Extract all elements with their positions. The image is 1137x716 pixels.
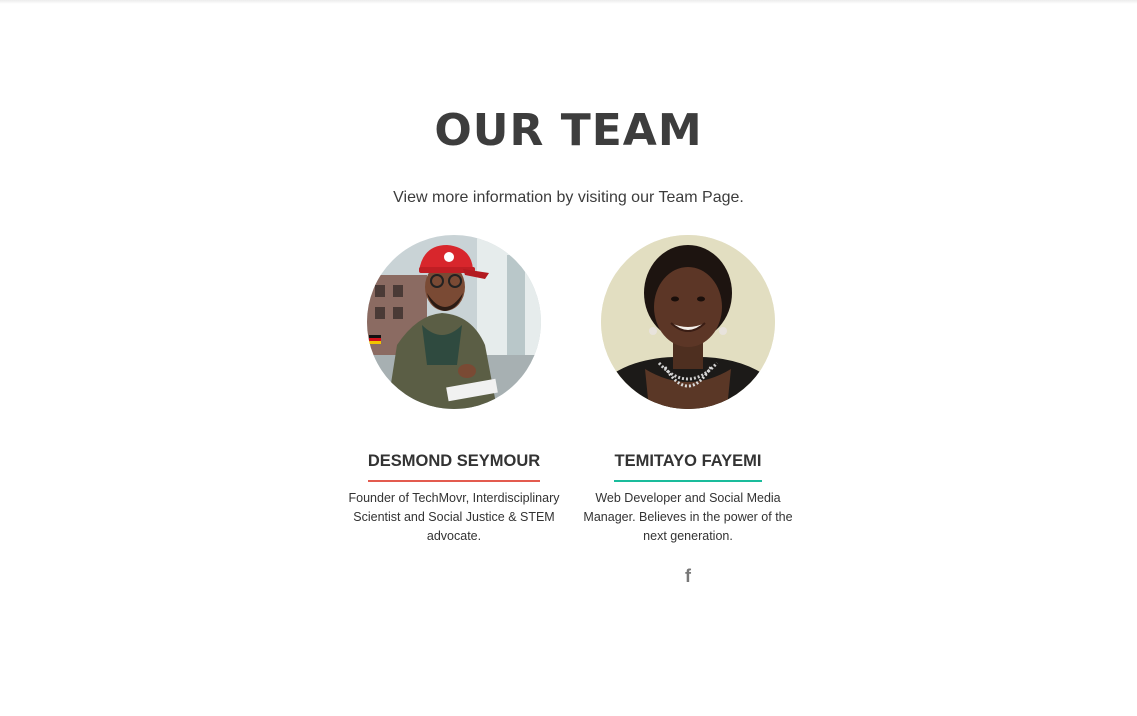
section-title: OUR TEAM bbox=[434, 105, 703, 156]
team-section: OUR TEAM View more information by visiti… bbox=[0, 0, 1137, 716]
team-member-card: TEMITAYO FAYEMI Web Developer and Social… bbox=[578, 235, 798, 587]
member-bio: Founder of TechMovr, Interdisciplinary S… bbox=[348, 491, 560, 543]
member-name: DESMOND SEYMOUR bbox=[367, 451, 541, 482]
member-photo bbox=[601, 235, 775, 409]
member-bio: Web Developer and Social Media Manager. … bbox=[583, 491, 793, 543]
facebook-icon[interactable]: f bbox=[685, 566, 691, 586]
team-page-link[interactable]: View more information by visiting our Te… bbox=[393, 189, 744, 206]
team-member-card: DESMOND SEYMOUR Founder of TechMovr, Int… bbox=[344, 235, 564, 546]
member-name: TEMITAYO FAYEMI bbox=[614, 451, 762, 482]
section-subtitle: View more information by visiting our Te… bbox=[0, 187, 1137, 209]
member-photo bbox=[367, 235, 541, 409]
